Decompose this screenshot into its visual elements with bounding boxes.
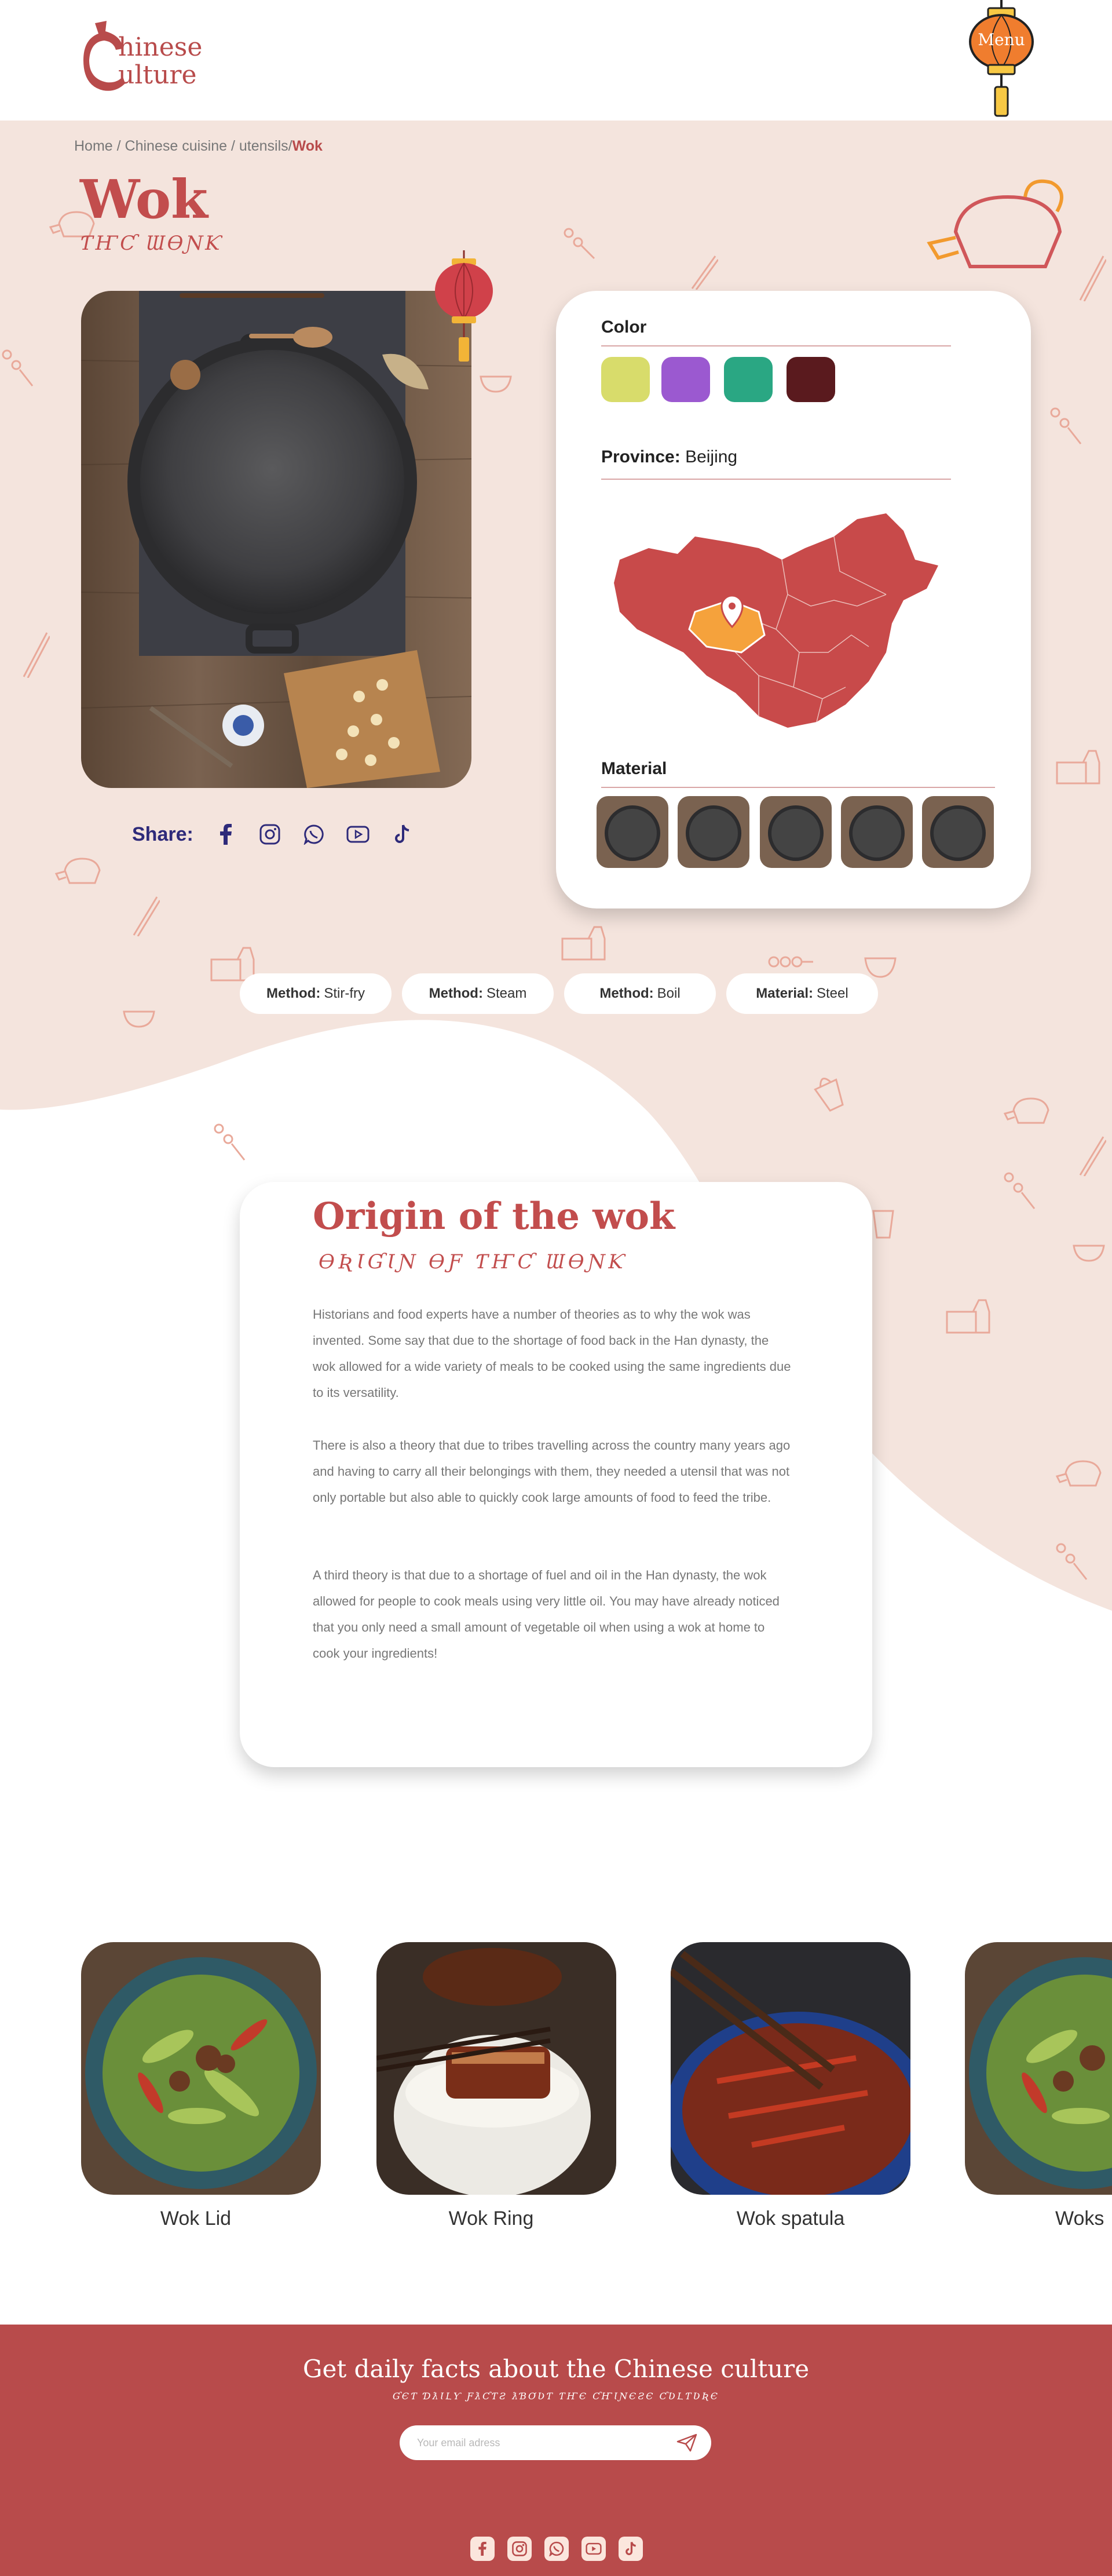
decoration-skewer-icon <box>1054 1541 1089 1587</box>
color-swatch-green[interactable] <box>724 357 773 402</box>
decoration-skewer-icon <box>1048 406 1083 451</box>
facebook-icon[interactable] <box>470 2537 495 2561</box>
youtube-icon[interactable] <box>346 823 370 846</box>
tag-method: Method: Boil <box>564 973 716 1014</box>
footer-social-links <box>470 2537 643 2561</box>
decoration-teapot-small-icon <box>1002 1093 1054 1133</box>
dish-card-wok-spatula[interactable] <box>671 1942 910 2195</box>
site-header: hinese ulture Menu <box>0 0 1112 121</box>
color-label: Color <box>601 318 647 337</box>
breadcrumb-chinese-cuisine[interactable]: Chinese cuisine <box>125 138 228 154</box>
origin-paragraph: Historians and food experts have a numbe… <box>313 1307 791 1400</box>
breadcrumb: Home / Chinese cuisine / utensils/Wok <box>74 138 323 155</box>
lantern-icon <box>969 0 1034 117</box>
menu-label: Menu <box>978 30 1025 49</box>
whatsapp-icon[interactable] <box>544 2537 569 2561</box>
dish-name: Wok Lid <box>160 2208 232 2230</box>
breadcrumb-current: Wok <box>292 138 323 154</box>
decoration-skewer-icon <box>212 1122 247 1167</box>
material-thumbnail[interactable] <box>678 796 749 868</box>
decoration-chopsticks-icon <box>131 896 161 942</box>
material-divider <box>601 787 995 788</box>
tag-method: Method: Stir-fry <box>240 973 392 1014</box>
decoration-teapot-small-icon <box>53 853 105 893</box>
dish-card-wok-ring[interactable] <box>376 1942 616 2195</box>
page-title: Wok <box>80 168 208 231</box>
newsletter-subtitle: ƓЄƬ ƊƛƖԼƳ ƑƛƇƬƧ ƛƁƠƲƬ ƬҤЄ ƇҤƖƝЄƧЄ ƇƲԼƬƲƦ… <box>393 2391 719 2402</box>
decoration-chopsticks-icon <box>1077 1136 1107 1181</box>
site-logo[interactable]: hinese ulture <box>81 19 220 94</box>
dish-name: Wok Ring <box>448 2208 534 2230</box>
origin-paragraph: There is also a theory that due to tribe… <box>313 1438 791 1505</box>
newsletter-title: Get daily facts about the Chinese cultur… <box>302 2355 810 2383</box>
instagram-icon[interactable] <box>258 823 281 846</box>
decoration-skewer-icon <box>562 226 597 266</box>
info-card: Color Province: Beijing Material <box>556 291 1031 908</box>
decoration-chopsticks-icon <box>689 255 719 295</box>
facebook-icon[interactable] <box>214 823 237 846</box>
decoration-teapot-icon <box>921 174 1071 289</box>
material-thumbnail[interactable] <box>841 796 913 868</box>
material-thumbnail[interactable] <box>597 796 668 868</box>
province-value: Beijing <box>685 447 738 466</box>
decoration-skewer-icon <box>1002 1170 1037 1216</box>
decoration-bowl-icon <box>122 1006 156 1034</box>
breadcrumb-home[interactable]: Home <box>74 138 113 154</box>
youtube-icon[interactable] <box>581 2537 606 2561</box>
origin-subtitle: ƟƦƖƓƖƝ ƟƑ ƬҤƇ ƜƟƝƘ <box>319 1250 627 1274</box>
dish-name: Woks <box>1055 2208 1104 2230</box>
send-button[interactable] <box>675 2432 698 2453</box>
tiktok-icon[interactable] <box>619 2537 643 2561</box>
dish-name: Wok spatula <box>736 2208 845 2230</box>
tag-method: Method: Steam <box>402 973 554 1014</box>
logo-text-line2: ulture <box>118 60 197 90</box>
origin-paragraph: A third theory is that due to a shortage… <box>313 1568 780 1661</box>
whatsapp-icon[interactable] <box>302 823 325 846</box>
color-swatch-yellow[interactable] <box>601 357 650 402</box>
color-swatch-purple[interactable] <box>661 357 710 402</box>
breadcrumb-separator: / <box>112 138 125 154</box>
china-map <box>614 513 938 728</box>
newsletter-form <box>400 2425 711 2460</box>
decoration-bowl-icon <box>478 371 513 399</box>
decoration-takeout-icon <box>869 1199 898 1245</box>
site-footer: Get daily facts about the Chinese cultur… <box>0 2325 1112 2576</box>
decoration-bowl-icon <box>1071 1240 1106 1268</box>
tag-list: Method: Stir-fry Method: Steam Method: Boil… <box>240 973 878 1014</box>
decoration-chopsticks-icon <box>1077 255 1107 307</box>
page-subtitle: ƬҤƇ ƜƟƝƘ <box>80 232 222 255</box>
lantern-decoration <box>432 250 496 366</box>
share-label: Share: <box>132 823 193 845</box>
province-divider <box>601 479 951 480</box>
breadcrumb-separator: / <box>227 138 239 154</box>
send-icon <box>676 2433 697 2452</box>
email-field[interactable] <box>417 2432 660 2453</box>
material-thumbnail[interactable] <box>922 796 994 868</box>
breadcrumb-utensils[interactable]: utensils/ <box>239 138 292 154</box>
instagram-icon[interactable] <box>507 2537 532 2561</box>
share-bar: Share: <box>132 818 414 851</box>
decoration-jar-icon <box>1054 745 1100 791</box>
material-thumbnail[interactable] <box>760 796 832 868</box>
menu-button[interactable]: Menu <box>965 0 1038 119</box>
material-label: Material <box>601 759 667 778</box>
page: hinese ulture Menu Home / Chinese cuisin… <box>0 0 1112 2576</box>
decoration-jar-icon <box>944 1294 990 1340</box>
color-divider <box>601 345 951 346</box>
origin-title: Origin of the wok <box>313 1195 675 1238</box>
wok-photo <box>81 291 471 788</box>
decoration-skewer-icon <box>0 348 35 393</box>
tiktok-icon[interactable] <box>390 823 414 846</box>
color-swatch-maroon[interactable] <box>787 357 835 402</box>
decoration-chopsticks-icon <box>21 632 51 683</box>
logo-text-line1: hinese <box>118 32 203 62</box>
origin-card: Origin of the wok ƟƦƖƓƖƝ ƟƑ ƬҤƇ ƜƟƝƘ His… <box>240 1182 872 1767</box>
dish-card-woks[interactable] <box>965 1942 1112 2195</box>
tag-material: Material: Steel <box>726 973 878 1014</box>
province-label: Province: Beijing <box>601 447 738 466</box>
decoration-jar-icon <box>559 921 606 967</box>
dish-card-wok-lid[interactable] <box>81 1942 321 2195</box>
decoration-teapot-small-icon <box>1054 1455 1106 1495</box>
decoration-takeout-icon <box>807 1066 854 1118</box>
